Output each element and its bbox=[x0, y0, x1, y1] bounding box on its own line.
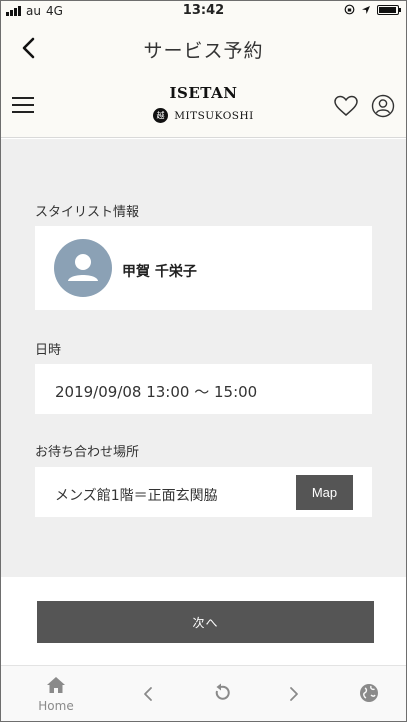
screen-border bbox=[0, 0, 407, 722]
